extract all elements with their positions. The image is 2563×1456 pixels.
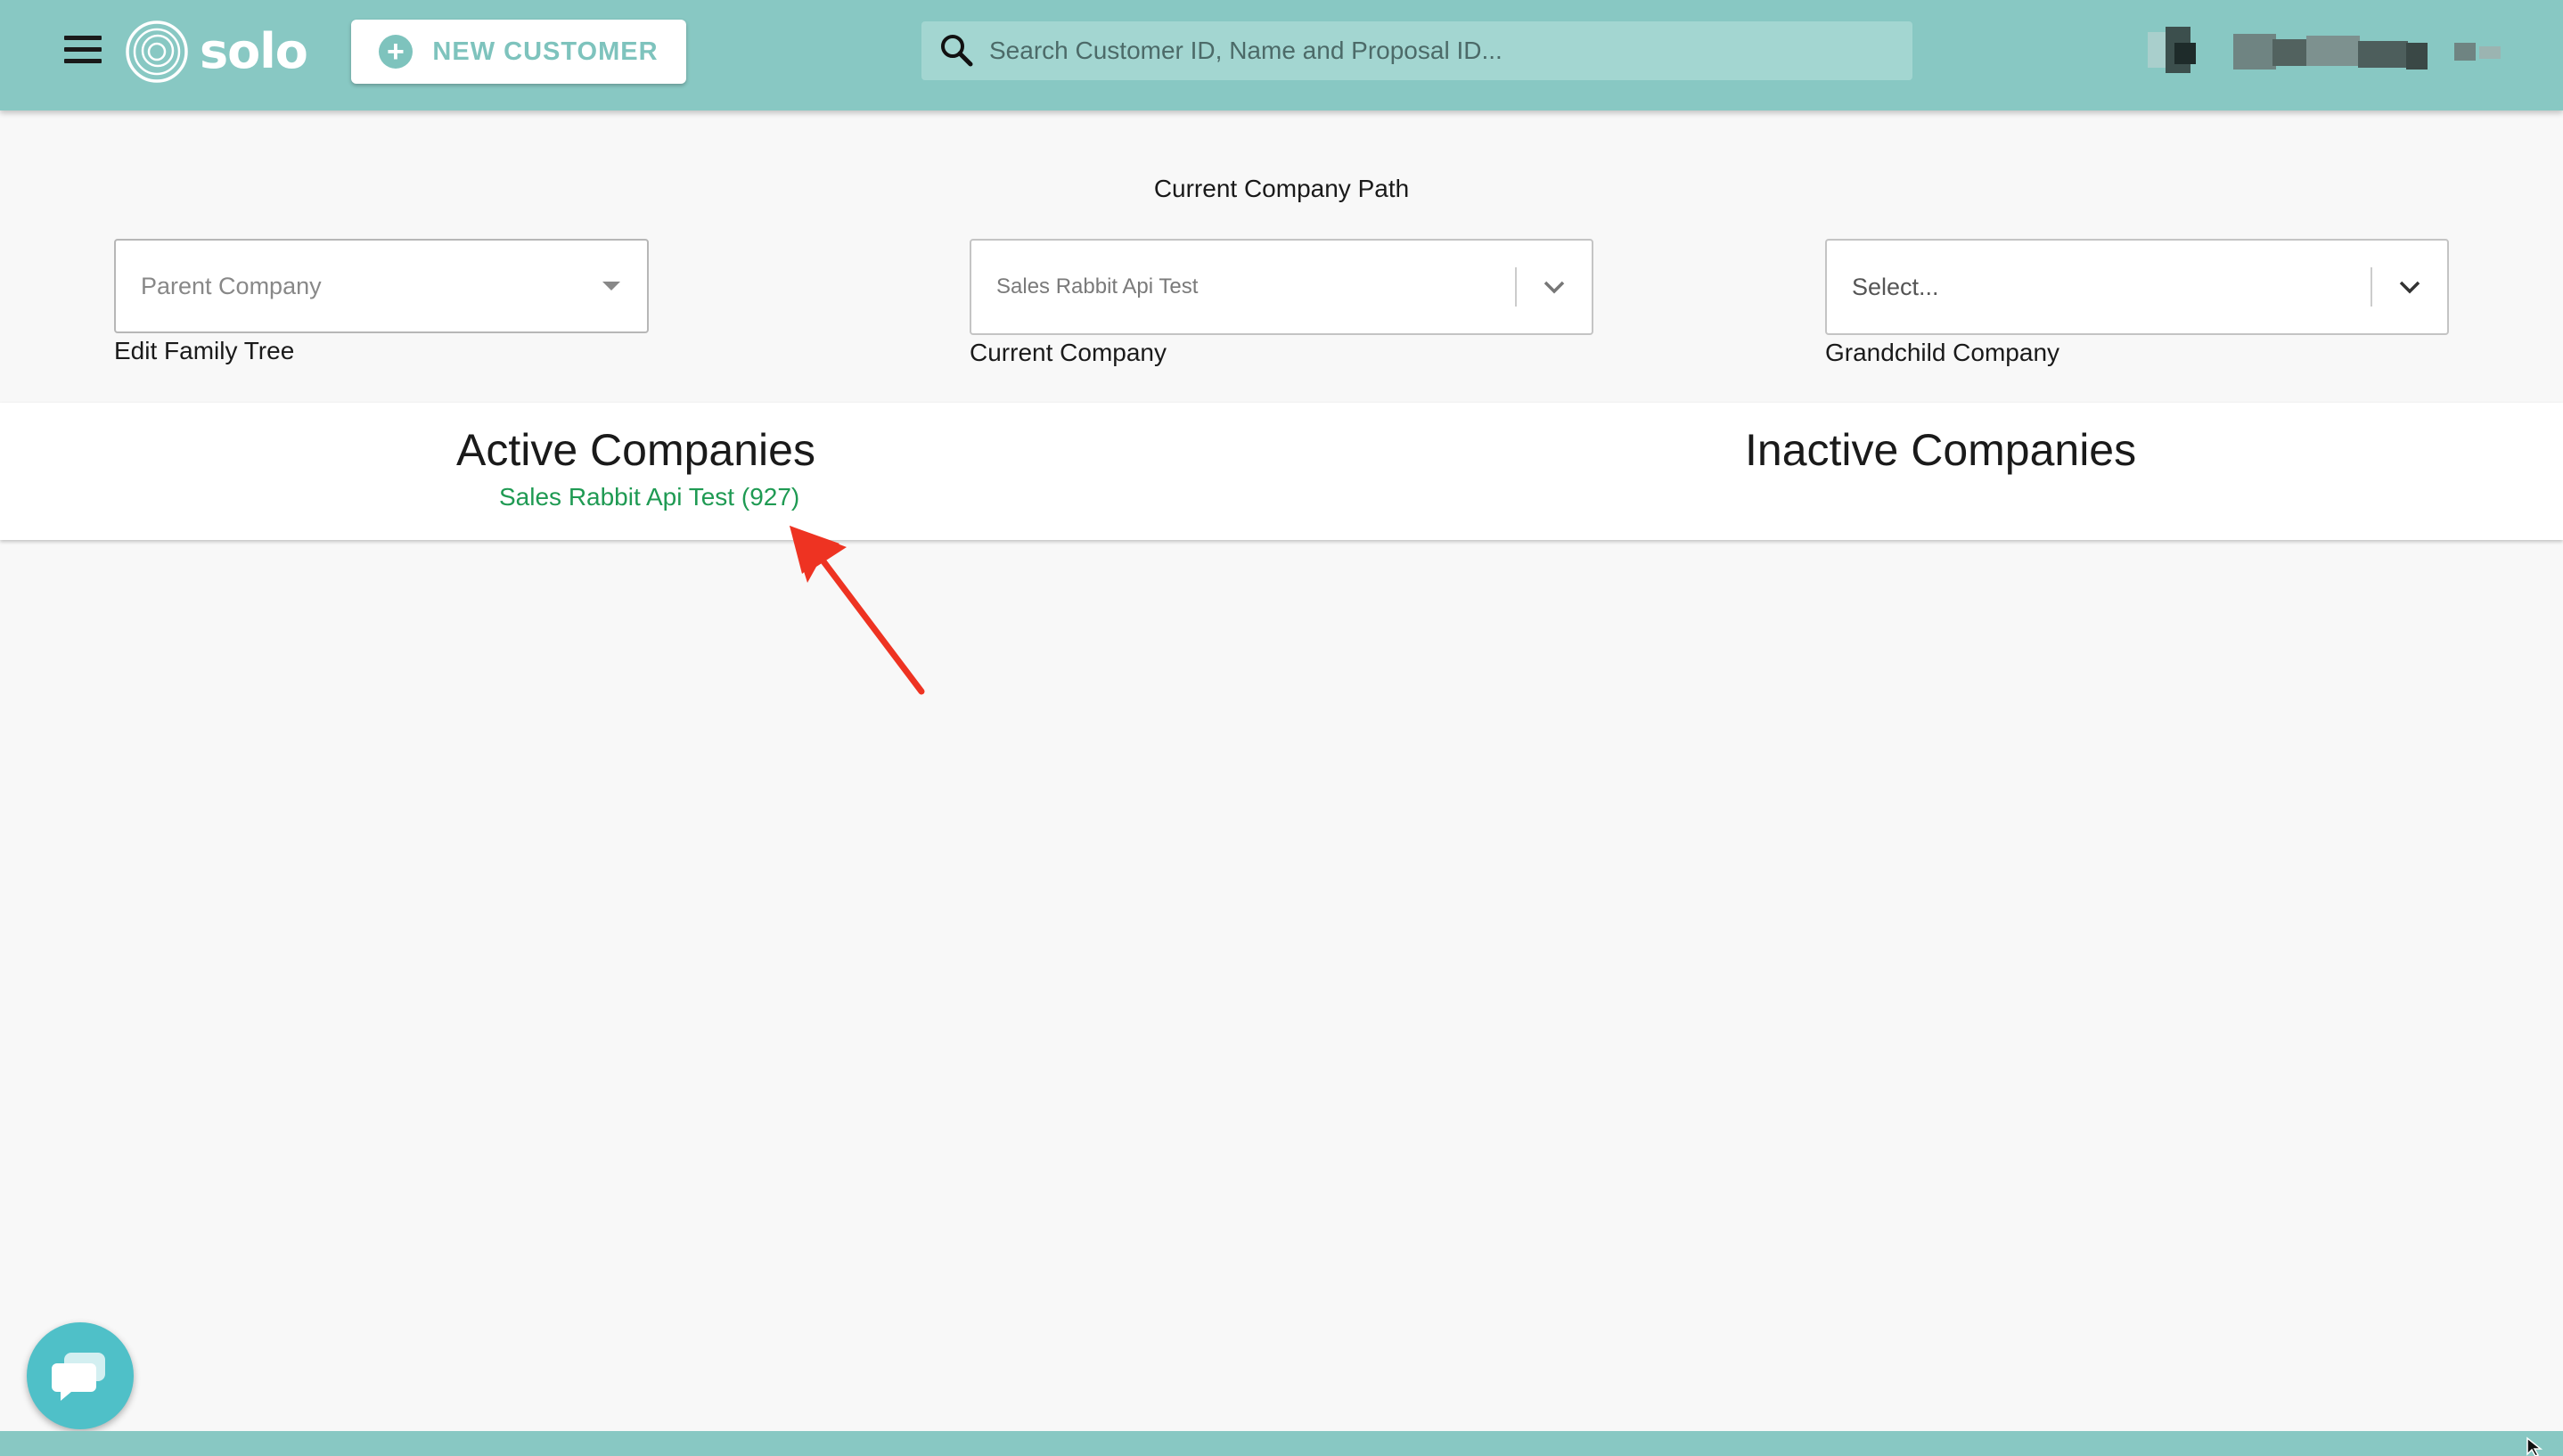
new-customer-button[interactable]: + NEW CUSTOMER [351,20,686,84]
bottom-bar [0,1431,2563,1456]
chat-button[interactable] [27,1322,134,1429]
search-bar [921,21,1912,80]
parent-company-select[interactable]: Parent Company [114,239,649,333]
active-company-link[interactable]: Sales Rabbit Api Test (927) [499,483,799,511]
parent-company-placeholder: Parent Company [141,272,322,299]
inactive-companies-heading: Inactive Companies [1745,425,2137,475]
grandchild-company-value: Select... [1852,273,1939,300]
user-account-menu[interactable] [2148,27,2504,77]
active-companies-heading: Active Companies [456,425,815,475]
logo-text: solo [200,23,308,79]
current-company-value: Sales Rabbit Api Test [996,274,1199,299]
top-navigation-bar: solo + NEW CUSTOMER [0,0,2563,110]
companies-panel [0,403,2563,540]
chevron-down-icon[interactable] [1517,267,1592,307]
solo-logo[interactable]: solo [125,20,308,84]
hamburger-menu-icon[interactable] [64,36,102,66]
dropdown-arrow-icon [602,282,620,290]
search-input[interactable] [987,36,1912,66]
company-path-title: Current Company Path [1153,175,1410,202]
grandchild-company-select[interactable]: Select... [1825,239,2449,335]
search-icon [941,35,973,67]
mouse-cursor-icon [2526,1436,2543,1456]
new-customer-label: NEW CUSTOMER [432,37,659,66]
spiral-logo-icon [126,20,188,83]
chat-bubble-icon [52,1353,105,1401]
plus-circle-icon: + [379,35,414,69]
current-company-label: Current Company [970,339,1167,366]
grandchild-company-label: Grandchild Company [1825,339,2060,366]
red-arrow-icon [790,526,925,695]
chevron-down-icon[interactable] [2372,267,2447,307]
current-company-select[interactable]: Sales Rabbit Api Test [970,239,1593,335]
edit-family-tree-label: Edit Family Tree [114,337,295,364]
